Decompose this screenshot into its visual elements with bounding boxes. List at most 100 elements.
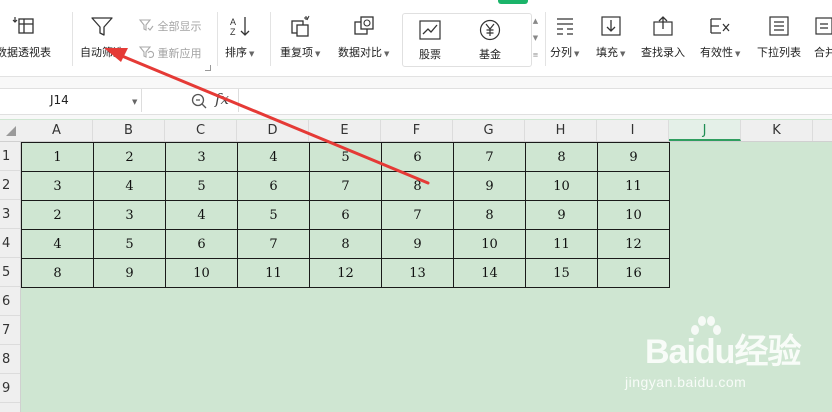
column-header-k[interactable]: K: [741, 120, 813, 141]
validity-label: 有效性: [700, 46, 733, 59]
cell-c5[interactable]: 10: [165, 258, 238, 288]
column-header-j[interactable]: J: [669, 120, 741, 141]
fill-button[interactable]: 填充 ▼: [596, 14, 625, 60]
cell-e5[interactable]: 12: [309, 258, 382, 288]
cell-a1[interactable]: 1: [21, 142, 94, 172]
select-all-corner[interactable]: [0, 120, 20, 141]
cell-d1[interactable]: 4: [237, 142, 310, 172]
row-header-3[interactable]: 3: [0, 200, 20, 229]
cell-g1[interactable]: 7: [453, 142, 526, 172]
cell-c4[interactable]: 6: [165, 229, 238, 259]
formula-bar: J14 ▼ fx: [0, 88, 832, 115]
cell-i4[interactable]: 12: [597, 229, 670, 259]
validity-button[interactable]: 有效性 ▼: [700, 14, 740, 60]
cell-b4[interactable]: 5: [93, 229, 166, 259]
validity-icon: [710, 18, 730, 34]
cell-i2[interactable]: 11: [597, 171, 670, 201]
cell-f2[interactable]: 8: [381, 171, 454, 201]
column-header-d[interactable]: D: [237, 120, 309, 141]
cell-a4[interactable]: 4: [21, 229, 94, 259]
cell-h5[interactable]: 15: [525, 258, 598, 288]
lookup-entry-button[interactable]: 查找录入: [641, 14, 685, 60]
column-header-e[interactable]: E: [309, 120, 381, 141]
column-header-h[interactable]: H: [525, 120, 597, 141]
sort-icon: A Z: [230, 17, 250, 37]
column-header-b[interactable]: B: [93, 120, 165, 141]
cell-b3[interactable]: 3: [93, 200, 166, 230]
cell-b2[interactable]: 4: [93, 171, 166, 201]
cell-e3[interactable]: 6: [309, 200, 382, 230]
formula-input[interactable]: [244, 89, 832, 112]
cell-a3[interactable]: 2: [21, 200, 94, 230]
cell-e1[interactable]: 5: [309, 142, 382, 172]
row-header-2[interactable]: 2: [0, 171, 20, 200]
cell-f3[interactable]: 7: [381, 200, 454, 230]
cell-a5[interactable]: 8: [21, 258, 94, 288]
pivot-table-button[interactable]: 数据透视表: [0, 14, 51, 60]
row-header-7[interactable]: 7: [0, 316, 20, 345]
cell-f5[interactable]: 13: [381, 258, 454, 288]
cell-f1[interactable]: 6: [381, 142, 454, 172]
cell-h2[interactable]: 10: [525, 171, 598, 201]
cell-d3[interactable]: 5: [237, 200, 310, 230]
cell-b1[interactable]: 2: [93, 142, 166, 172]
cell-d4[interactable]: 7: [237, 229, 310, 259]
reapply-button[interactable]: 重新应用: [138, 45, 202, 61]
column-header-f[interactable]: F: [381, 120, 453, 141]
autofilter-button[interactable]: 自动筛选: [80, 14, 124, 60]
filter-dialog-launcher[interactable]: [205, 65, 211, 71]
cell-a2[interactable]: 3: [21, 171, 94, 201]
cell-c3[interactable]: 4: [165, 200, 238, 230]
cell-h3[interactable]: 9: [525, 200, 598, 230]
row-header-9[interactable]: 9: [0, 374, 20, 403]
cell-h1[interactable]: 8: [525, 142, 598, 172]
duplicates-button[interactable]: 重复项 ▼: [280, 14, 320, 60]
cell-g2[interactable]: 9: [453, 171, 526, 201]
column-header-g[interactable]: G: [453, 120, 525, 141]
row-header-4[interactable]: 4: [0, 229, 20, 258]
dropdown-list-label: 下拉列表: [757, 46, 801, 59]
cell-e4[interactable]: 8: [309, 229, 382, 259]
sort-button[interactable]: A Z 排序 ▼: [225, 14, 254, 60]
chevron-down-icon: ▼: [249, 50, 255, 58]
column-header-c[interactable]: C: [165, 120, 237, 141]
cell-e2[interactable]: 7: [309, 171, 382, 201]
cell-i3[interactable]: 10: [597, 200, 670, 230]
column-header-a[interactable]: A: [21, 120, 93, 141]
split-columns-button[interactable]: 分列 ▼: [550, 14, 579, 60]
cell-g3[interactable]: 8: [453, 200, 526, 230]
duplicates-label: 重复项: [280, 46, 313, 59]
zoom-search-icon[interactable]: [190, 92, 208, 110]
stocks-button[interactable]: 股票: [417, 18, 443, 62]
column-header-i[interactable]: I: [597, 120, 669, 141]
cell-d5[interactable]: 11: [237, 258, 310, 288]
cell-g4[interactable]: 10: [453, 229, 526, 259]
funds-button[interactable]: 基金: [477, 18, 503, 62]
chevron-down-icon[interactable]: ▼: [132, 98, 137, 106]
split-label: 分列: [550, 46, 572, 59]
cell-c1[interactable]: 3: [165, 142, 238, 172]
cell-b5[interactable]: 9: [93, 258, 166, 288]
fx-button[interactable]: fx: [215, 90, 229, 108]
dropdown-list-button[interactable]: 下拉列表: [757, 14, 801, 60]
row-header-5[interactable]: 5: [0, 258, 20, 287]
cell-i1[interactable]: 9: [597, 142, 670, 172]
cell-c2[interactable]: 5: [165, 171, 238, 201]
cell-h4[interactable]: 11: [525, 229, 598, 259]
merge-calc-button[interactable]: 合并: [812, 14, 832, 60]
cell-d2[interactable]: 6: [237, 171, 310, 201]
show-all-button[interactable]: 全部显示: [138, 18, 202, 34]
row-header-1[interactable]: 1: [0, 142, 20, 171]
fill-down-icon: [601, 16, 621, 36]
chevron-down-icon: ▼: [574, 50, 580, 58]
row-header-6[interactable]: 6: [0, 287, 20, 316]
cell-g5[interactable]: 14: [453, 258, 526, 288]
gallery-scroll[interactable]: ▲ ▼ ≡: [531, 13, 540, 65]
fill-label: 填充: [596, 46, 618, 59]
cell-f4[interactable]: 9: [381, 229, 454, 259]
name-box[interactable]: J14: [0, 89, 142, 112]
chevron-down-icon: ▼: [735, 50, 741, 58]
row-header-8[interactable]: 8: [0, 345, 20, 374]
data-compare-button[interactable]: 数据对比 ▼: [338, 14, 389, 60]
cell-i5[interactable]: 16: [597, 258, 670, 288]
